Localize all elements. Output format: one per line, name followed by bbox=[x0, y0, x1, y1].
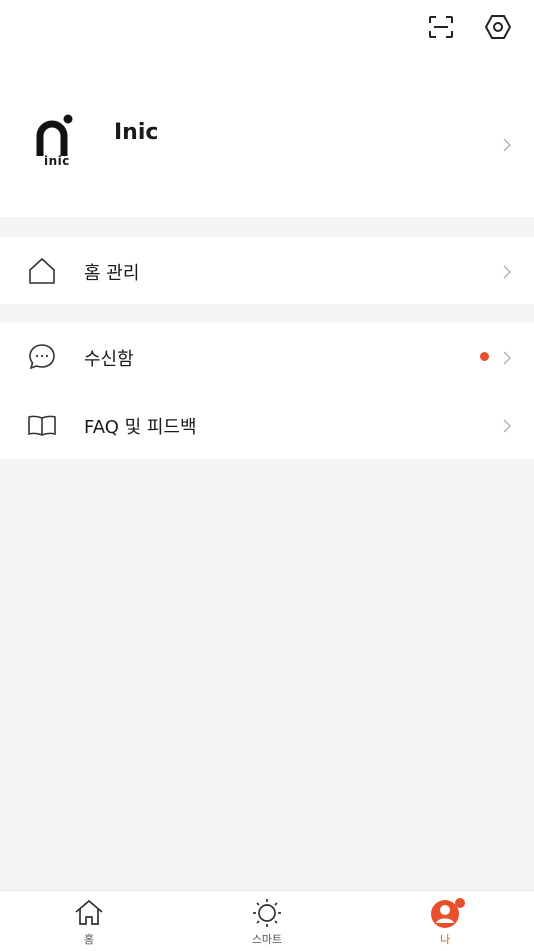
bottom-tab-bar: 홈 스마트 나 bbox=[0, 890, 534, 951]
home-manage-label: 홈 관리 bbox=[84, 263, 140, 284]
profile-row[interactable]: inic Inic bbox=[0, 88, 534, 198]
header-area: inic Inic bbox=[0, 0, 534, 217]
scan-icon[interactable] bbox=[424, 10, 458, 44]
chevron-right-icon bbox=[500, 264, 514, 279]
inbox-row[interactable]: 수신함 bbox=[0, 323, 534, 391]
book-icon bbox=[27, 410, 57, 440]
home-section: 홈 관리 bbox=[0, 237, 534, 304]
profile-name: Inic bbox=[114, 120, 159, 145]
tab-smart[interactable]: 스마트 bbox=[227, 891, 307, 951]
tab-home-label: 홈 bbox=[83, 933, 95, 946]
unread-badge bbox=[480, 352, 489, 361]
sun-icon bbox=[251, 897, 283, 929]
faq-row[interactable]: FAQ 및 피드백 bbox=[0, 391, 534, 459]
chevron-right-icon bbox=[500, 350, 514, 365]
home-icon bbox=[73, 897, 105, 929]
inbox-label: 수신함 bbox=[84, 349, 134, 370]
faq-label: FAQ 및 피드백 bbox=[84, 417, 197, 438]
tab-smart-label: 스마트 bbox=[251, 933, 283, 946]
chat-bubble-icon bbox=[27, 342, 57, 372]
chevron-right-icon bbox=[500, 137, 514, 152]
chevron-right-icon bbox=[500, 418, 514, 433]
notification-badge bbox=[455, 898, 465, 908]
home-outline-icon bbox=[27, 256, 57, 286]
tab-me[interactable]: 나 bbox=[405, 891, 485, 951]
tab-home[interactable]: 홈 bbox=[49, 891, 129, 951]
profile-logo: inic bbox=[28, 114, 86, 174]
settings-icon[interactable] bbox=[481, 10, 515, 44]
tab-me-label: 나 bbox=[439, 933, 451, 946]
logo-text: inic bbox=[44, 154, 70, 168]
inbox-faq-section: 수신함 FAQ 및 피드백 bbox=[0, 323, 534, 459]
home-manage-row[interactable]: 홈 관리 bbox=[0, 237, 534, 305]
